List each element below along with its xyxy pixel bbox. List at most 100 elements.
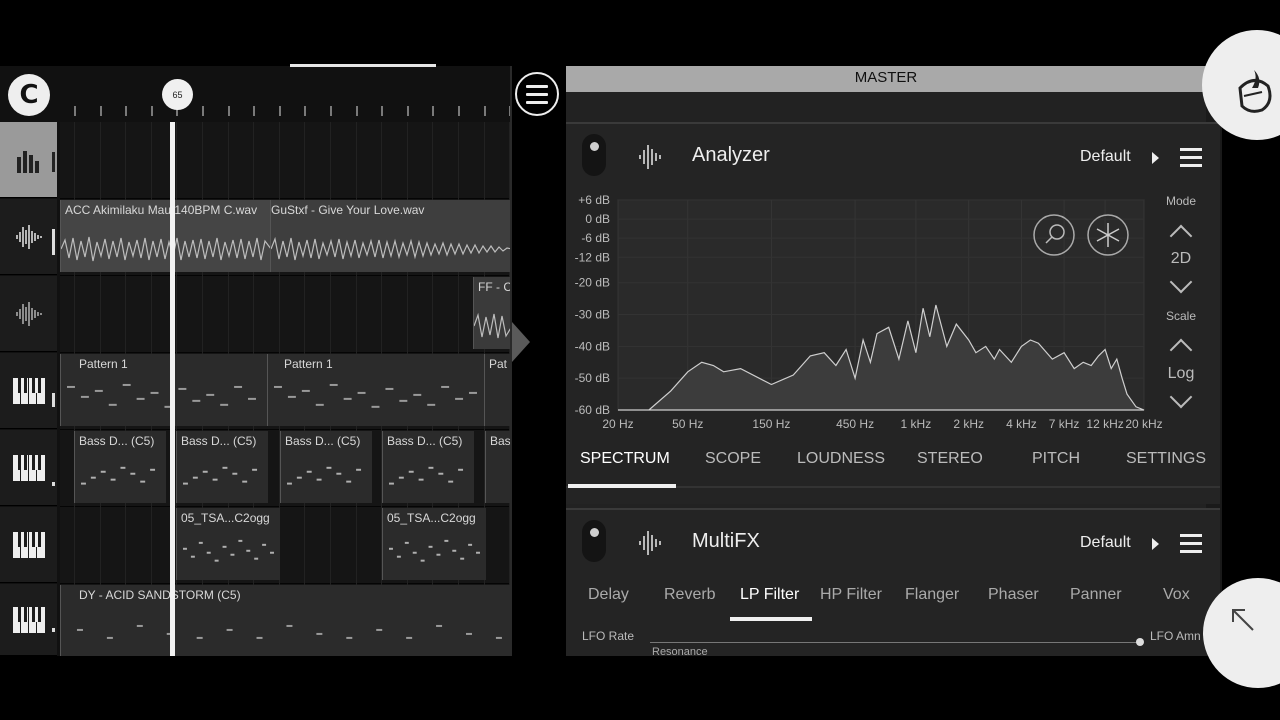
plugin-menu-button[interactable] (1180, 534, 1202, 553)
playhead[interactable] (170, 122, 175, 656)
ruler-tick (253, 106, 256, 116)
tab-spectrum[interactable]: SPECTRUM (580, 450, 670, 468)
preset-name[interactable]: Default (1080, 148, 1131, 166)
clip-label: GuStxf - Give Your Love.wav (271, 203, 425, 217)
tab-panner[interactable]: Panner (1070, 586, 1122, 604)
pattern-clip[interactable]: Bass D... (C5) (382, 431, 474, 503)
lfo-rate-label: LFO Rate (582, 629, 635, 643)
plugin-menu-button[interactable] (1180, 148, 1202, 167)
timeline-ruler[interactable] (60, 88, 512, 120)
waveform (61, 236, 270, 262)
menu-line (1180, 534, 1202, 537)
waveform (474, 312, 511, 339)
pattern-clip[interactable]: DY - ACID SANDSTORM (C5) (60, 585, 511, 656)
x-tick-label: 150 Hz (752, 417, 790, 430)
preset-name[interactable]: Default (1080, 534, 1131, 552)
mixer-panel: MASTER Analyzer Default +6 dB 0 dB -6 dB -1… (566, 66, 1222, 656)
lfo-handle[interactable] (1136, 638, 1144, 646)
pattern-clip[interactable]: Pat (484, 354, 511, 426)
track-level-indicator (52, 628, 55, 632)
track-level-indicator (52, 229, 55, 255)
menu-line (1180, 542, 1202, 545)
pattern-clip[interactable]: Pattern 1 (267, 354, 484, 426)
tab-lp-filter[interactable]: LP Filter (740, 586, 799, 604)
y-tick-label: -40 dB (575, 339, 610, 353)
main-menu-button[interactable] (515, 72, 559, 116)
audio-clip[interactable]: GuStxf - Give Your Love.wav (270, 200, 511, 272)
track-header-mixer[interactable] (0, 122, 57, 198)
ruler-tick (304, 106, 307, 116)
tab-loudness[interactable]: LOUDNESS (797, 450, 885, 468)
row-separator (60, 429, 511, 430)
pattern-clip[interactable]: 05_TSA...C2ogg (176, 508, 280, 580)
pattern-clip[interactable]: Pattern 1 (60, 354, 267, 426)
audio-clip[interactable]: ACC Akimilaku Mau 140BPM C.wav (60, 200, 270, 272)
tab-flanger[interactable]: Flanger (905, 586, 959, 604)
tab-settings[interactable]: SETTINGS (1126, 450, 1206, 468)
tab-stereo[interactable]: STEREO (917, 450, 983, 468)
lfo-amount-label: LFO Amn (1150, 629, 1201, 643)
app-logo-button[interactable]: C (8, 74, 50, 116)
track-header-pattern-3[interactable] (0, 507, 57, 583)
spectrum-chart[interactable]: +6 dB 0 dB -6 dB -12 dB -20 dB -30 dB -40 dB -5… (566, 190, 1206, 430)
note-preview (274, 383, 477, 408)
playlist-grid[interactable]: ACC Akimilaku Mau 140BPM C.wav GuStxf - … (60, 122, 511, 656)
y-axis-ticks: +6 dB 0 dB -6 dB -12 dB -20 dB -30 dB -40 dB -5… (575, 193, 610, 417)
note-preview (287, 466, 362, 485)
x-tick-label: 2 kHz (953, 417, 984, 430)
tab-phaser[interactable]: Phaser (988, 586, 1039, 604)
analyzer-power-toggle[interactable] (582, 134, 606, 176)
app-logo-glyph: C (19, 80, 39, 110)
row-separator (60, 506, 511, 507)
audio-clip[interactable]: FF - C (473, 277, 511, 349)
y-tick-label: -6 dB (581, 231, 610, 245)
piano-icon (12, 454, 45, 481)
song-position-marker[interactable]: 65 (162, 79, 193, 110)
pattern-clip[interactable]: Bas (485, 431, 511, 503)
clip-label: Bass D... (C5) (181, 434, 257, 448)
clip-label: ACC Akimilaku Mau 140BPM C.wav (65, 203, 258, 217)
y-tick-label: -50 dB (575, 371, 610, 385)
pattern-clip[interactable]: Bass D... (C5) (280, 431, 372, 503)
ruler-tick (355, 106, 358, 116)
track-header-audio-1[interactable] (0, 199, 57, 275)
menu-line (526, 84, 548, 88)
note-preview (183, 539, 274, 562)
pattern-clip[interactable]: Bass D... (C5) (176, 431, 268, 503)
multifx-power-toggle[interactable] (582, 520, 606, 562)
tab-pitch[interactable]: PITCH (1032, 450, 1080, 468)
tab-delay[interactable]: Delay (588, 586, 629, 604)
y-tick-label: -20 dB (575, 276, 610, 290)
mixer-track-title[interactable]: MASTER (566, 66, 1206, 92)
preset-next-icon[interactable] (1152, 538, 1159, 550)
y-tick-label: -60 dB (575, 403, 610, 417)
pattern-clip[interactable]: Bass D... (C5) (74, 431, 166, 503)
piano-icon (12, 531, 45, 558)
clip-label: Bas (490, 434, 511, 448)
tab-scope[interactable]: SCOPE (705, 450, 761, 468)
mixer-bars-icon (16, 150, 39, 173)
tab-vox[interactable]: Vox (1163, 586, 1190, 604)
clip-label: Bass D... (C5) (285, 434, 361, 448)
x-tick-label: 50 Hz (672, 417, 703, 430)
ruler-tick (99, 106, 102, 116)
track-header-pattern-1[interactable] (0, 353, 57, 429)
row-separator (60, 352, 511, 353)
preset-next-icon[interactable] (1152, 152, 1159, 164)
window-drag-handle[interactable] (290, 64, 436, 67)
track-header-pattern-4[interactable] (0, 584, 57, 656)
collapse-arrow-icon[interactable] (512, 322, 530, 362)
x-tick-label: 1 kHz (901, 417, 932, 430)
track-headers (0, 122, 60, 656)
ruler-tick (406, 106, 409, 116)
ruler-tick (278, 106, 281, 116)
pattern-clip[interactable]: 05_TSA...C2ogg (382, 508, 486, 580)
track-level-indicator (52, 152, 55, 172)
track-header-pattern-2[interactable] (0, 430, 57, 506)
tab-reverb[interactable]: Reverb (664, 586, 716, 604)
note-preview (76, 624, 502, 639)
tab-hp-filter[interactable]: HP Filter (820, 586, 882, 604)
track-header-audio-2[interactable] (0, 276, 57, 352)
lfo-line[interactable] (650, 642, 1140, 643)
clip-label: FF - C (478, 280, 511, 294)
